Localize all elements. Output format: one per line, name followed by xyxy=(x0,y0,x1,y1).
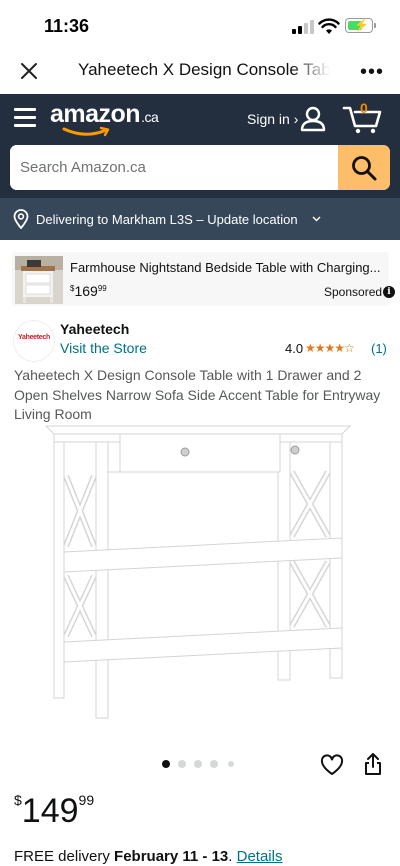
sponsored-ad[interactable]: Farmhouse Nightstand Bedside Table with … xyxy=(12,252,395,306)
delivery-separator: . xyxy=(228,848,237,865)
battery-tip xyxy=(374,23,376,28)
search-icon xyxy=(352,156,377,181)
amazon-logo[interactable]: amazon.ca xyxy=(50,100,159,129)
delivery-location-text: Delivering to Markham L3S – Update locat… xyxy=(36,212,298,227)
brand-name: Yaheetech xyxy=(60,321,130,337)
heart-icon[interactable] xyxy=(320,754,344,776)
price-cents: 99 xyxy=(78,792,95,808)
delivery-prefix: FREE delivery xyxy=(14,848,115,865)
page-title: Yaheetech X Design Console Table with 1 … xyxy=(78,60,330,79)
search-bar xyxy=(10,145,390,190)
star-rating-icon[interactable]: ★★★★☆ xyxy=(305,341,355,355)
cellular-signal-icon xyxy=(292,20,314,34)
search-input[interactable] xyxy=(10,145,338,190)
delivery-location-bar[interactable]: Delivering to Markham L3S – Update locat… xyxy=(0,198,400,240)
delivery-info: FREE delivery February 11 - 13. Details xyxy=(14,848,282,865)
more-options-button[interactable]: ••• xyxy=(360,61,384,84)
user-icon[interactable] xyxy=(300,106,326,132)
search-button[interactable] xyxy=(338,145,390,190)
rating-count-link[interactable]: (1) xyxy=(371,341,387,356)
product-title: Yaheetech X Design Console Table with 1 … xyxy=(14,367,381,422)
wifi-icon xyxy=(318,18,340,34)
cart-count: 0 xyxy=(360,100,368,116)
brand-logo[interactable]: Yaheetech xyxy=(14,321,54,361)
details-link[interactable]: Details xyxy=(237,848,283,865)
browser-title-bar: Yaheetech X Design Console Table with 1 … xyxy=(0,52,400,94)
status-bar: 11:36 ⚡ xyxy=(0,0,400,52)
sign-in-link[interactable]: Sign in › xyxy=(247,111,298,127)
rating-value: 4.0 xyxy=(285,341,304,356)
product-image[interactable] xyxy=(40,420,360,720)
amazon-header: amazon.ca Sign in › 0 Delivering to Mark… xyxy=(0,94,400,240)
sponsored-price-cents: 99 xyxy=(97,284,107,293)
delivery-dates: February 11 - 13 xyxy=(114,848,229,865)
visit-store-link[interactable]: Visit the Store xyxy=(60,340,147,356)
battery-icon: ⚡ xyxy=(345,18,373,33)
status-time: 11:36 xyxy=(44,16,90,36)
logo-suffix: .ca xyxy=(141,109,159,125)
amazon-smile-icon xyxy=(62,126,110,137)
sponsored-price-whole: 169 xyxy=(74,283,98,299)
product-price: $14999 xyxy=(14,792,94,831)
logo-text: amazon xyxy=(50,100,141,128)
price-whole: 149 xyxy=(21,792,79,830)
location-pin-icon xyxy=(13,209,29,229)
info-icon[interactable]: i xyxy=(383,286,395,298)
chevron-down-icon xyxy=(312,216,321,222)
price-currency: $ xyxy=(14,792,22,808)
brand-logo-text: Yaheetech xyxy=(18,334,50,341)
sponsored-label: Sponsored xyxy=(324,285,383,299)
share-icon[interactable] xyxy=(363,752,383,776)
menu-icon[interactable] xyxy=(14,108,36,128)
nightstand-thumbnail xyxy=(15,256,63,304)
sponsored-title: Farmhouse Nightstand Bedside Table with … xyxy=(70,260,380,275)
image-carousel-dots[interactable] xyxy=(162,760,242,770)
close-icon[interactable] xyxy=(18,60,40,82)
sponsored-price: $16999 xyxy=(70,283,107,299)
